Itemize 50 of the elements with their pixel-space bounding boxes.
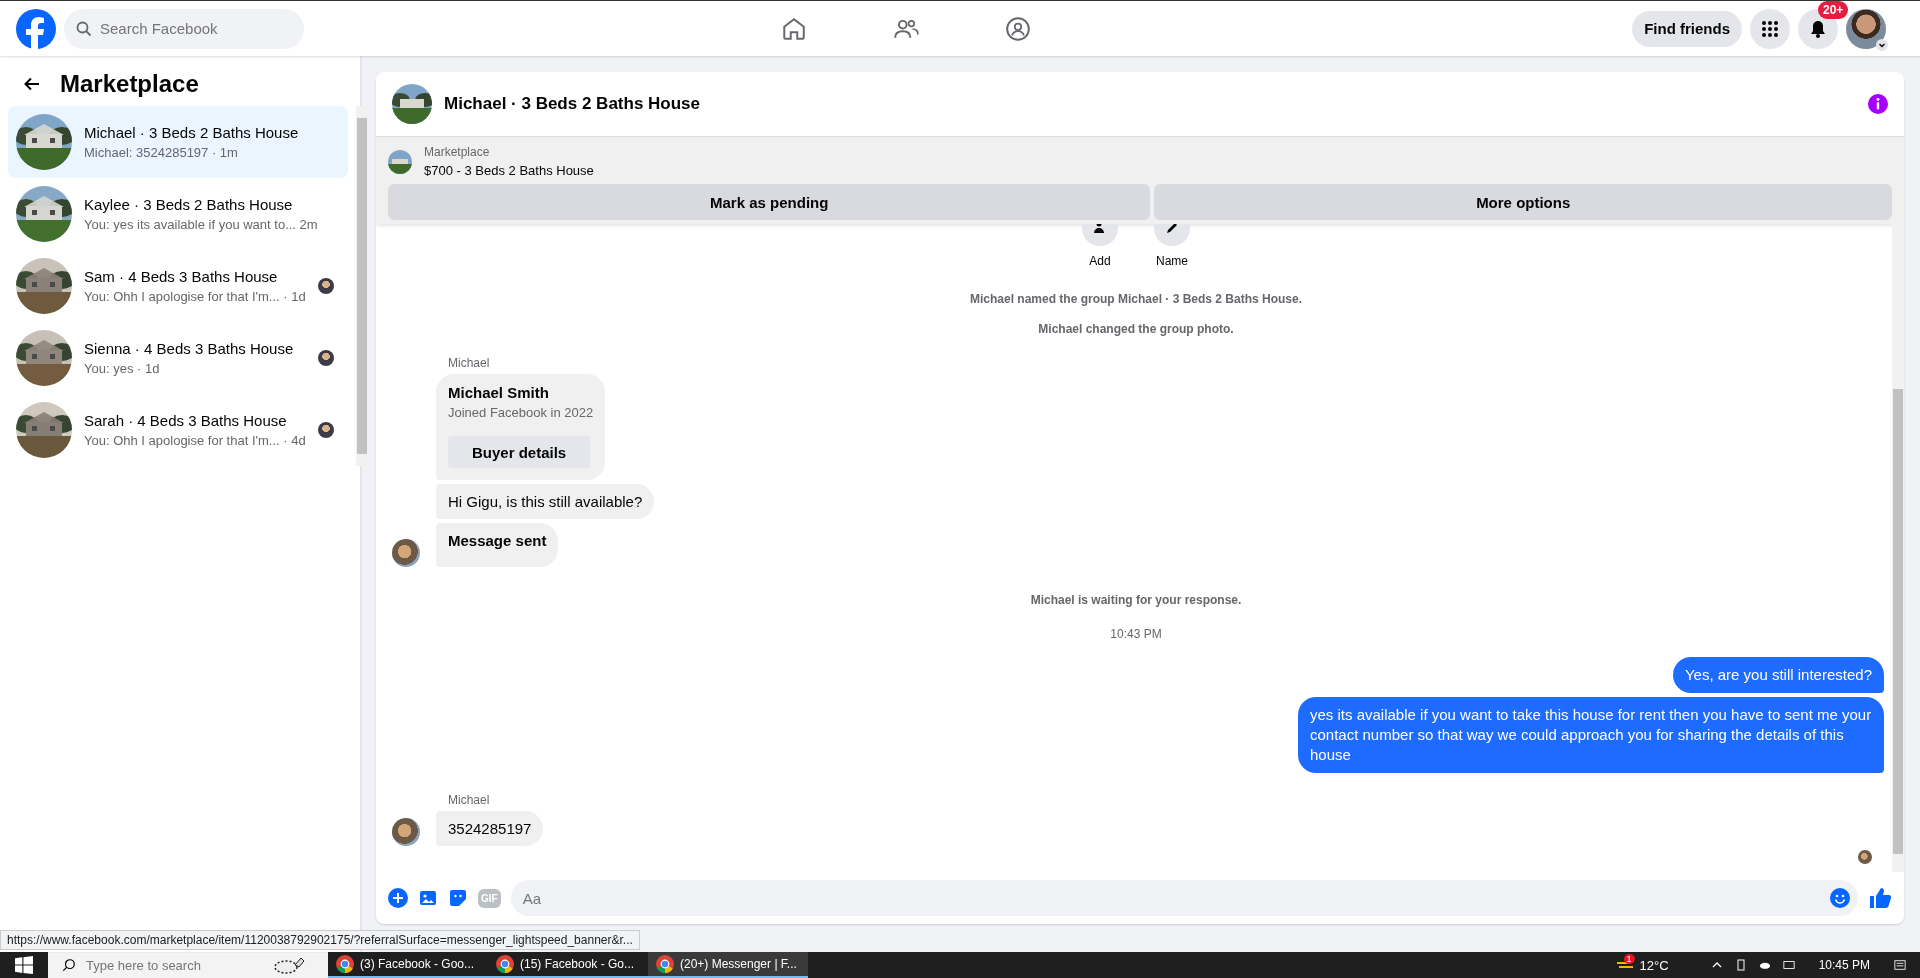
conversation-item[interactable]: Sienna · 4 Beds 3 Baths House You: yes · 1d xyxy=(8,322,348,394)
buyer-name: Michael Smith xyxy=(448,384,549,401)
taskbar-search-field[interactable]: Type here to search xyxy=(48,952,328,978)
clock: 10:45 PM xyxy=(1818,958,1870,972)
conversation-title: Sienna · 4 Beds 3 Baths House xyxy=(84,340,295,357)
conversation-item[interactable]: Michael · 3 Beds 2 Baths House Michael: 3524285197 · 1m xyxy=(8,106,348,178)
conversation-title: Kaylee · 3 Beds 2 Baths House xyxy=(84,196,294,213)
system-message: Michael named the group Michael · 3 Beds 2 Baths House. xyxy=(969,292,1303,306)
sender-name: Michael xyxy=(448,356,491,370)
conversation-preview: Michael: 3524285197 · 1m xyxy=(84,145,239,160)
sidebar-title: Marketplace xyxy=(60,70,199,98)
sender-name: Michael xyxy=(448,793,491,807)
message-bubble: 3524285197 xyxy=(436,811,544,846)
find-friends-button[interactable]: Find friends xyxy=(1632,10,1742,47)
message-bubble: yes its available if you want to take this house for rent then you have to sent me your contact number so that way we could approach you for sharing the details of this house xyxy=(1298,697,1884,773)
taskbar-app[interactable]: (15) Facebook - Go... xyxy=(488,952,648,978)
listing-action-button[interactable]: Mark as pending xyxy=(388,184,1151,220)
message-bubble: Hi Gigu, is this still available? xyxy=(436,484,655,519)
buyer-joined: Joined Facebook in 2022 xyxy=(448,405,594,420)
taskbar-search-input[interactable]: Type here to search xyxy=(86,952,256,978)
system-message: Michael changed the group photo. xyxy=(1038,322,1234,336)
message-bubble: Message sent xyxy=(436,523,559,567)
search-field[interactable]: Search Facebook xyxy=(64,8,304,49)
link-status-tooltip: https://www.facebook.com/marketplace/item/1120038792902175/?referralSurface=messenger_lightspeed_banner&r... xyxy=(0,930,640,950)
buyer-details-button[interactable]: Buyer details xyxy=(448,436,591,468)
group-action-label: Add xyxy=(1089,254,1111,268)
conversation-item[interactable]: Sarah · 4 Beds 3 Baths House You: Ohh I apologise for that I'm... · 4d xyxy=(8,394,348,466)
conversation-item[interactable]: Sam · 4 Beds 3 Baths House You: Ohh I apologise for that I'm... · 1d xyxy=(8,250,348,322)
conversation-preview: You: Ohh I apologise for that I'm... · 1d xyxy=(84,289,306,304)
message-bubble: Yes, are you still interested? xyxy=(1672,657,1884,693)
notification-count: 20+ xyxy=(1818,0,1849,19)
search-input[interactable]: Search Facebook xyxy=(100,8,290,49)
temperature: 12°C xyxy=(1639,957,1669,973)
conversation-preview: You: Ohh I apologise for that I'm... · 4d xyxy=(84,433,306,448)
taskbar-app[interactable]: (3) Facebook - Goo... xyxy=(328,952,488,978)
conversation-title: Sarah · 4 Beds 3 Baths House xyxy=(84,412,288,429)
weather-badge: 1 xyxy=(1623,953,1635,964)
listing-title[interactable]: $700 - 3 Beds 2 Baths House xyxy=(424,163,594,178)
group-action-label: Name xyxy=(1156,254,1188,268)
listing-source: Marketplace xyxy=(424,145,491,159)
conversation-preview: You: yes its available if you want to... 2m xyxy=(84,217,319,232)
taskbar-app[interactable]: (20+) Messenger | F... xyxy=(648,952,808,978)
conversation-title: Michael · 3 Beds 2 Baths House xyxy=(84,124,300,141)
chat-title: Michael · 3 Beds 2 Baths House xyxy=(444,94,702,114)
conversation-preview: You: yes · 1d xyxy=(84,361,161,376)
system-message: Michael is waiting for your response. xyxy=(1030,593,1242,607)
listing-action-button[interactable]: More options xyxy=(1154,184,1892,220)
conversation-item[interactable]: Kaylee · 3 Beds 2 Baths House You: yes its available if you want to... 2m xyxy=(8,178,348,250)
timestamp: 10:43 PM xyxy=(1110,627,1162,641)
conversation-title: Sam · 4 Beds 3 Baths House xyxy=(84,268,279,285)
